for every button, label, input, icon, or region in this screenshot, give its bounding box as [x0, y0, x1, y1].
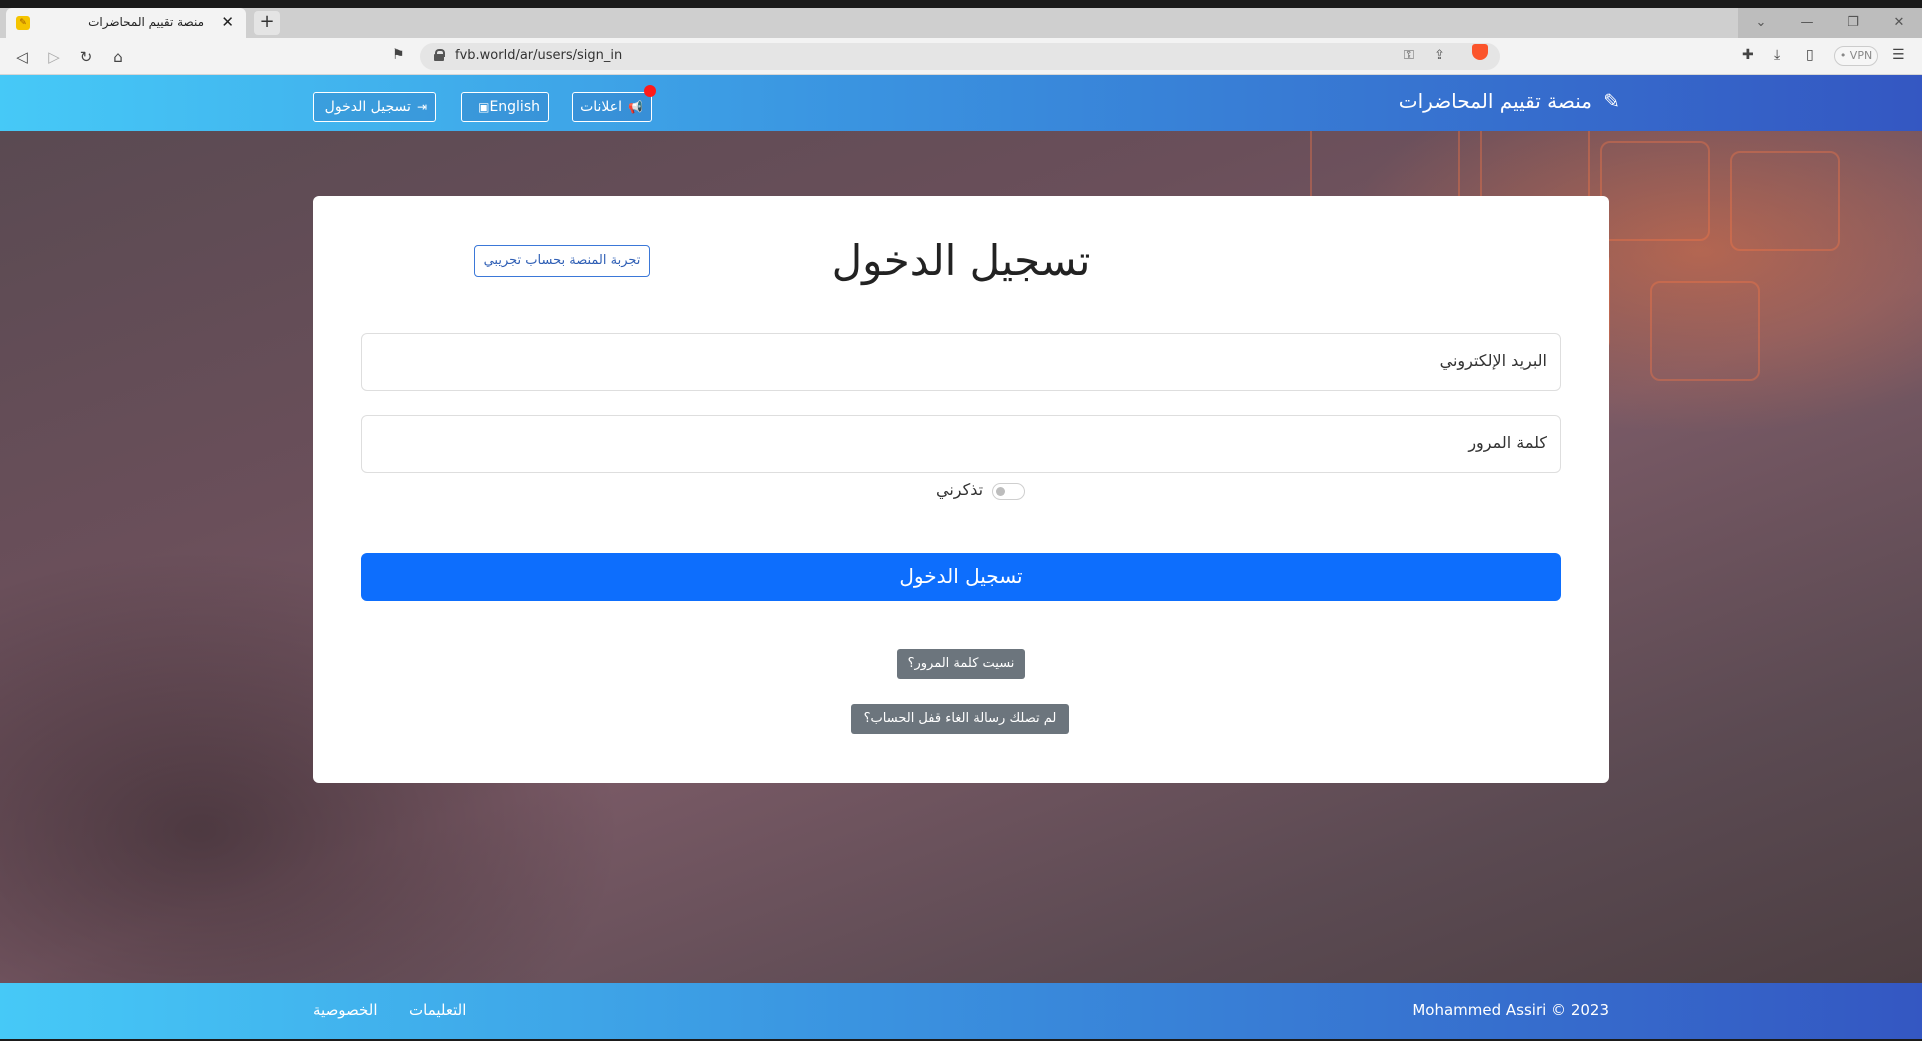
sign-in-icon: ⇥: [416, 100, 427, 114]
tab-title: منصة تقييم المحاضرات: [88, 15, 204, 29]
download-icon[interactable]: ⤓: [1774, 47, 1780, 63]
tab-bar: ✎ منصة تقييم المحاضرات ✕ + ⌄ — ❐ ✕: [0, 8, 1922, 38]
reload-icon[interactable]: ↻: [76, 47, 96, 67]
demo-account-button[interactable]: تجربة المنصة بحساب تجريبي: [474, 245, 650, 277]
brand-title[interactable]: منصة تقييم المحاضرات: [1399, 89, 1592, 113]
email-field[interactable]: البريد الإلكتروني: [361, 333, 1561, 391]
remember-me-toggle[interactable]: [992, 483, 1025, 500]
language-button[interactable]: English▣: [461, 92, 549, 122]
password-label: كلمة المرور: [1468, 433, 1547, 452]
window-top-edge: [0, 0, 1922, 8]
web-page: ✎ منصة تقييم المحاضرات ⇥ تسجيل الدخول Eng…: [0, 75, 1922, 1041]
vpn-button[interactable]: • VPN: [1834, 46, 1878, 66]
email-label: البريد الإلكتروني: [1439, 351, 1547, 370]
notification-dot: [644, 85, 656, 97]
announcements-button[interactable]: 📢 اعلانات: [572, 92, 652, 122]
password-field[interactable]: كلمة المرور: [361, 415, 1561, 473]
key-icon[interactable]: ⚿: [1404, 48, 1414, 63]
close-window-icon[interactable]: ✕: [1876, 8, 1922, 38]
lock-icon: [434, 49, 445, 61]
menu-icon[interactable]: ☰: [1892, 47, 1905, 63]
bookmark-icon[interactable]: ⚑: [392, 47, 405, 63]
sidebar-icon[interactable]: ▯: [1806, 47, 1814, 63]
forward-icon[interactable]: ▷: [44, 47, 64, 67]
url-field[interactable]: fvb.world/ar/users/sign_in ⚿ ⇪: [420, 43, 1500, 70]
minimize-icon[interactable]: —: [1784, 8, 1830, 38]
browser-tab[interactable]: ✎ منصة تقييم المحاضرات ✕: [6, 8, 246, 38]
new-tab-button[interactable]: +: [254, 11, 280, 35]
remember-me-label: تذكرني: [936, 480, 984, 499]
language-icon: ▣: [478, 100, 490, 114]
tab-close-icon[interactable]: ✕: [221, 13, 234, 31]
megaphone-icon: 📢: [628, 100, 643, 114]
restore-icon[interactable]: ❐: [1830, 8, 1876, 38]
login-card: تسجيل الدخول تجربة المنصة بحساب تجريبي ا…: [313, 196, 1609, 783]
share-icon[interactable]: ⇪: [1434, 48, 1445, 63]
login-submit-button[interactable]: تسجيل الدخول: [361, 553, 1561, 601]
login-nav-label: تسجيل الدخول: [324, 99, 411, 115]
url-text: fvb.world/ar/users/sign_in: [455, 48, 623, 63]
instructions-link[interactable]: التعليمات: [409, 1001, 466, 1019]
login-nav-button[interactable]: ⇥ تسجيل الدخول: [313, 92, 436, 122]
home-icon[interactable]: ⌂: [108, 47, 128, 67]
forgot-password-button[interactable]: نسيت كلمة المرور؟: [897, 649, 1025, 679]
unlock-instructions-button[interactable]: لم تصلك رسالة الغاء قفل الحساب؟: [851, 704, 1069, 734]
tab-search-icon[interactable]: ⌄: [1738, 8, 1784, 38]
privacy-link[interactable]: الخصوصية: [313, 1001, 377, 1019]
toggle-knob: [996, 487, 1005, 496]
top-navbar: ✎ منصة تقييم المحاضرات ⇥ تسجيل الدخول Eng…: [0, 75, 1922, 131]
back-icon[interactable]: ◁: [12, 47, 32, 67]
address-bar: ◁ ▷ ↻ ⌂ ⚑ fvb.world/ar/users/sign_in ⚿ ⇪…: [0, 38, 1922, 75]
brave-shield-icon[interactable]: [1472, 44, 1488, 60]
extensions-icon[interactable]: ✚: [1742, 47, 1754, 63]
language-label: English: [489, 99, 540, 115]
remember-me-row: تذكرني: [313, 478, 1609, 502]
pencil-icon: ✎: [1603, 89, 1620, 113]
copyright-text: Mohammed Assiri © 2023: [1412, 1001, 1609, 1019]
favicon-icon: ✎: [16, 16, 30, 30]
footer: Mohammed Assiri © 2023 التعليمات الخصوصي…: [0, 983, 1922, 1039]
announcements-label: اعلانات: [580, 99, 623, 115]
